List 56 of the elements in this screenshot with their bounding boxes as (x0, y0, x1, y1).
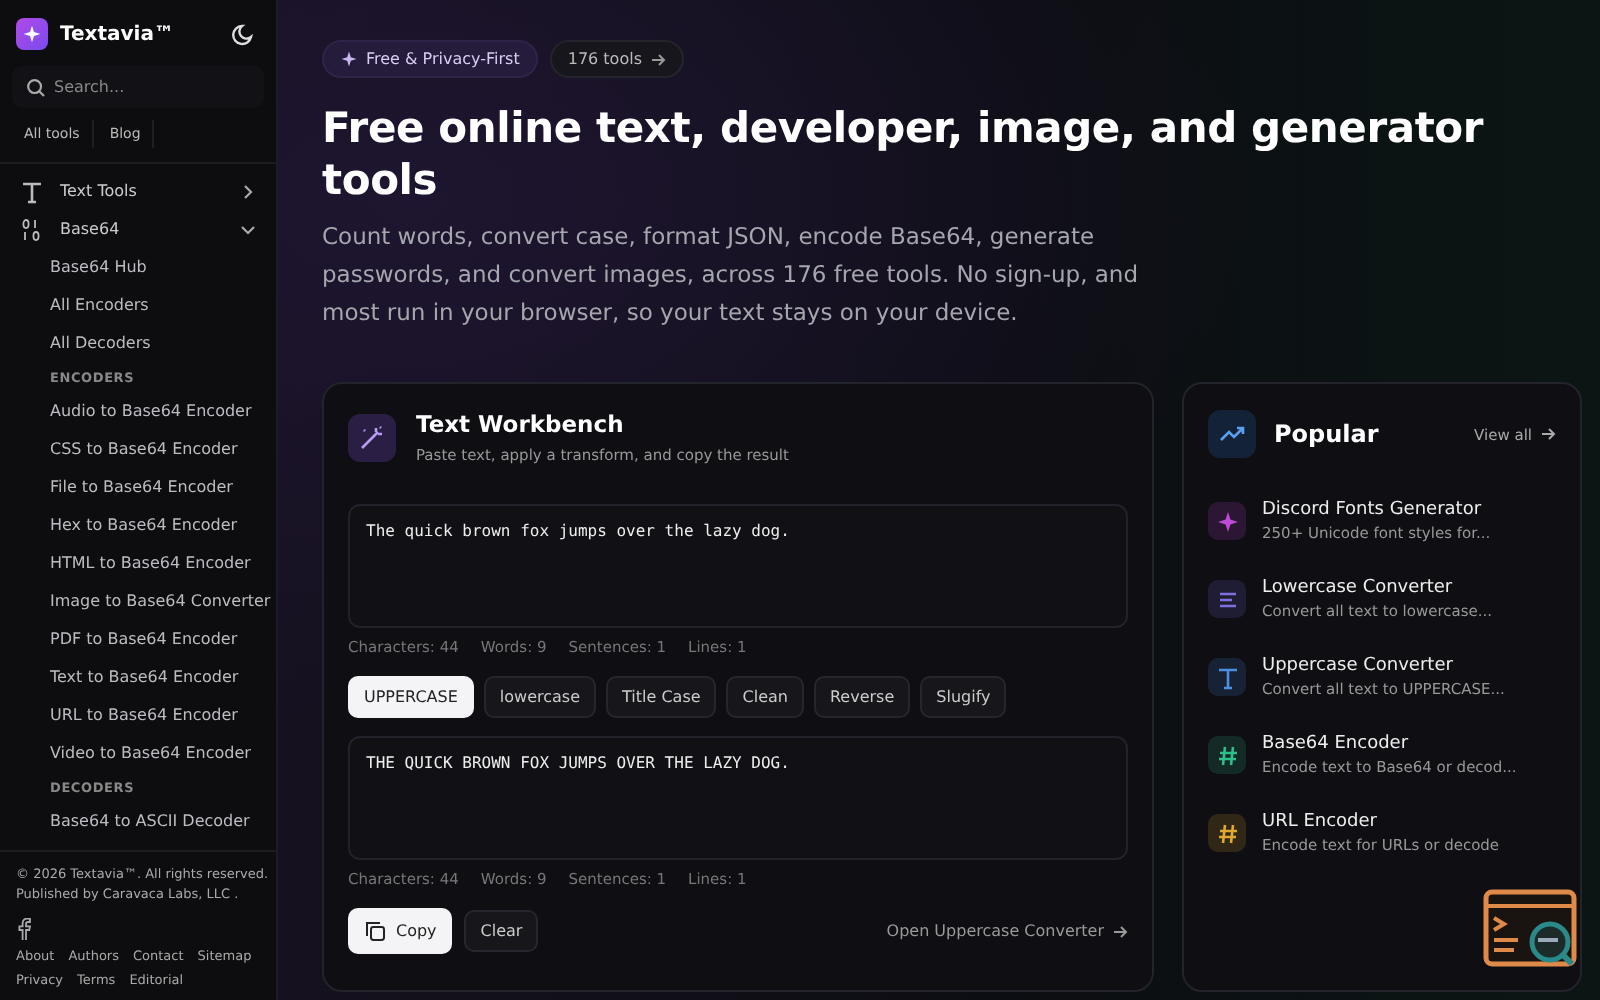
transform-button[interactable]: Slugify (920, 676, 1007, 718)
arrow-right-icon (1540, 426, 1556, 442)
nav-item[interactable]: PDF to Base64 Encoder (0, 620, 276, 658)
code-search-icon[interactable] (1482, 888, 1582, 972)
binary-digits-icon (20, 217, 44, 241)
nav-item[interactable]: HTML to Base64 Encoder (0, 544, 276, 582)
copy-icon (364, 920, 386, 942)
nav-item[interactable]: Image to Base64 Converter (0, 582, 276, 620)
nav-item[interactable]: File to Base64 Encoder (0, 468, 276, 506)
search-icon (26, 78, 46, 98)
transform-button[interactable]: Title Case (606, 676, 717, 718)
nav-item[interactable]: Hex to Base64 Encoder (0, 506, 276, 544)
tool-name: URL Encoder (1262, 812, 1380, 832)
tools-count-link[interactable]: 176 tools (549, 40, 684, 78)
open-converter-link[interactable]: Open Uppercase Converter (886, 922, 1128, 940)
nav-group[interactable]: Base64 (0, 210, 276, 248)
nav-item[interactable]: Video to Base64 Encoder (0, 734, 276, 772)
nav-item[interactable]: CSS to Base64 Encoder (0, 430, 276, 468)
tool-name: Lowercase Converter (1262, 578, 1455, 598)
hero-description: Count words, convert case, format JSON, encode Base64, generate passwords, and convert images, across 176 free tools. No sign-up, and most run in your browser, so your text stays on your device. (322, 220, 1141, 330)
nav-item[interactable]: Audio to Base64 Encoder (0, 392, 276, 430)
card-title: Text Workbench (416, 410, 626, 438)
card-title: Popular (1274, 420, 1381, 448)
sparkle-icon (340, 50, 358, 68)
nav-item[interactable]: Base64 to ASCII Decoder (0, 802, 276, 840)
transform-button[interactable]: lowercase (483, 676, 597, 718)
social-icon[interactable] (16, 918, 32, 940)
nav-item[interactable]: All Encoders (0, 286, 276, 324)
copy-button[interactable]: Copy (348, 908, 453, 954)
moon-icon[interactable] (232, 22, 256, 46)
output-textarea[interactable]: THE QUICK BROWN FOX JUMPS OVER THE LAZY DOG. (348, 736, 1128, 860)
chevron-icon (240, 183, 256, 199)
chevron-icon (240, 221, 256, 237)
tool-name: Uppercase Converter (1262, 656, 1455, 676)
hero-title: Free online text, developer, image, and generator tools (322, 102, 1486, 206)
nav-item[interactable]: URL to Base64 Encoder (0, 696, 276, 734)
arrow-right-icon (1112, 923, 1128, 939)
nav-item[interactable]: Text to Base64 Encoder (0, 658, 276, 696)
trending-icon (1208, 410, 1256, 458)
tool-name: Base64 Encoder (1262, 734, 1411, 754)
input-textarea[interactable]: The quick brown fox jumps over the lazy dog. (348, 504, 1128, 628)
clear-button[interactable]: Clear (464, 910, 539, 952)
arrow-right-icon (650, 51, 666, 67)
transform-button[interactable]: Reverse (813, 676, 911, 718)
search-field[interactable]: Search... (12, 66, 264, 108)
nav-item[interactable]: All Decoders (0, 324, 276, 362)
logo-icon (16, 18, 48, 50)
text-icon (20, 179, 44, 203)
nav-group[interactable]: Text Tools (0, 172, 276, 210)
transform-button[interactable]: Clean (726, 676, 804, 718)
transform-button[interactable]: UPPERCASE (348, 676, 474, 718)
magic-wand-icon (348, 413, 396, 461)
brand-name: Textavia™ (60, 23, 176, 45)
badge-label: Free & Privacy-First (366, 50, 520, 68)
tool-name: Discord Fonts Generator (1262, 500, 1484, 520)
nav-item[interactable]: Base64 Hub (0, 248, 276, 286)
